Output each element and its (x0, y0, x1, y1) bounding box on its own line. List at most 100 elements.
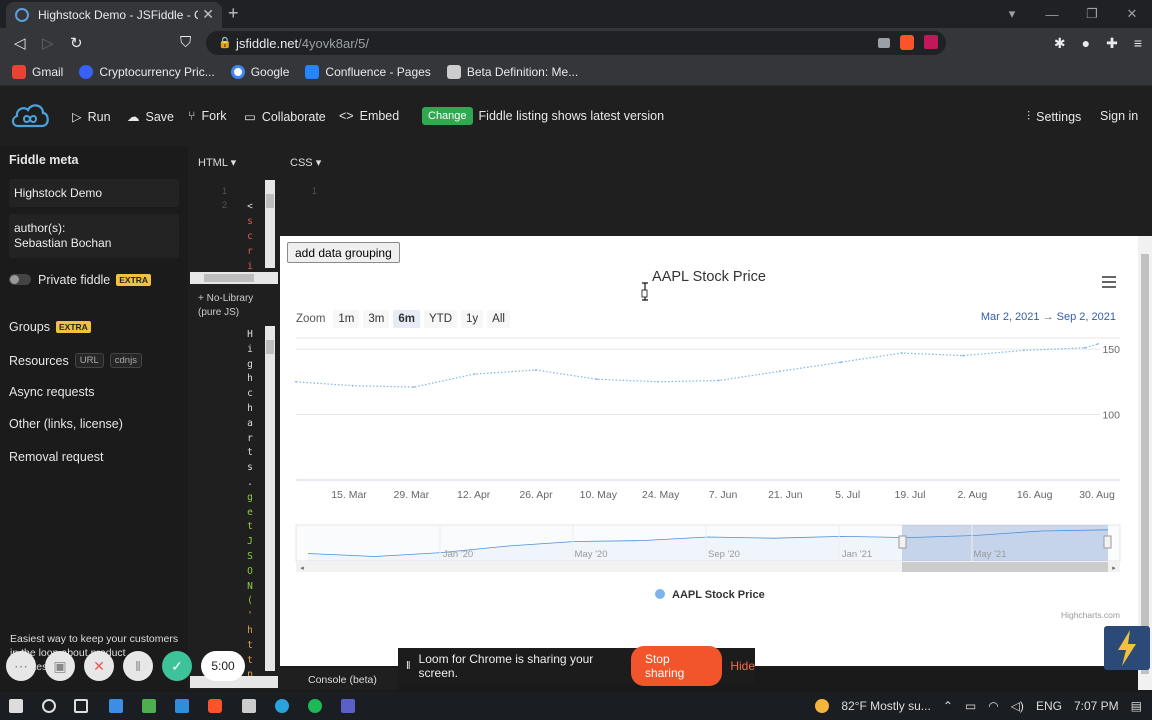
fiddle-name-input[interactable]: Highstock Demo (9, 179, 179, 207)
navigator-label: May '21 (974, 549, 1007, 560)
bookmark-confluence[interactable]: Confluence - Pages (305, 64, 431, 79)
network-icon[interactable]: ◠ (988, 699, 998, 713)
new-tab-icon[interactable]: + (228, 3, 239, 24)
browser-menu-icon[interactable]: ≡ (1134, 35, 1142, 52)
tray-chevron-icon[interactable]: ⌃ (943, 699, 953, 713)
jsfiddle-logo-icon[interactable] (10, 100, 50, 130)
bookmark-coinmarketcap[interactable]: Cryptocurrency Pric... (79, 64, 215, 79)
bookmark-investopedia[interactable]: Beta Definition: Me... (446, 64, 578, 79)
hamburger-menu-icon[interactable] (1102, 276, 1116, 291)
legend-item: AAPL Stock Price (672, 589, 765, 601)
notification-icon[interactable]: ▤ (1131, 699, 1142, 713)
y-tick-label: 150 (1102, 344, 1120, 356)
url-tag[interactable]: URL (74, 353, 104, 368)
sidebar-item-async[interactable]: Async requests (9, 385, 94, 399)
spreadsheet-app-icon[interactable] (142, 699, 156, 713)
stock-chart[interactable]: 100 150 15. Mar 29. Mar 12. Apr 26. Apr 10. Ma… (280, 236, 1138, 666)
spotify-icon[interactable] (308, 699, 322, 713)
weather-text[interactable]: 82°F Mostly su... (841, 699, 931, 713)
extension-icon[interactable]: ✱ (1054, 35, 1066, 52)
sign-in-link[interactable]: Sign in (1100, 109, 1138, 123)
date-to-input[interactable]: Sep 2, 2021 (1057, 311, 1116, 323)
zoom-button-1y[interactable]: 1y (461, 310, 484, 328)
profile-dropdown-icon[interactable]: ▾ (992, 6, 1032, 22)
app-icon[interactable] (275, 699, 289, 713)
console-toggle[interactable]: Console (beta) (280, 668, 398, 690)
lightning-app-icon[interactable] (1104, 626, 1150, 670)
cancel-recording-icon[interactable]: ✕ (84, 651, 114, 681)
more-options-icon[interactable]: ⋯ (6, 651, 36, 681)
camera-toggle-icon[interactable]: ▣ (45, 651, 75, 681)
zoom-button-ytd[interactable]: YTD (424, 310, 457, 328)
chart-title: AAPL Stock Price (652, 269, 766, 285)
sidebar-item-groups[interactable]: Groups EXTRA (9, 320, 91, 334)
code-char: g (247, 358, 253, 370)
windows-taskbar: 82°F Mostly su... ⌃ ▭ ◠ ◁) ENG 7:07 PM ▤ (0, 692, 1152, 720)
change-button[interactable]: Change (422, 107, 473, 125)
camera-icon[interactable] (878, 38, 890, 48)
sidebar-item-resources[interactable]: Resources URL cdnjs (9, 353, 142, 368)
tab-close-icon[interactable]: ✕ (202, 6, 214, 23)
date-range-inputs[interactable]: Mar 2, 2021 → Sep 2, 2021 (981, 311, 1116, 323)
mail-app-icon[interactable] (109, 699, 123, 713)
minimize-icon[interactable]: — (1032, 7, 1072, 22)
html-editor-pane[interactable]: HTML ▾ 1 2 < s c r i + No-Library (pure JS) … (188, 146, 280, 690)
html-scrollbar-top[interactable] (265, 180, 275, 268)
extension-icon-2[interactable]: ● (1082, 35, 1090, 52)
browser-tab[interactable]: Highstock Demo - JSFiddle - Code Playgro… (6, 2, 222, 28)
zoom-button-1m[interactable]: 1m (333, 310, 360, 328)
search-icon[interactable] (42, 699, 56, 713)
pause-recording-icon[interactable]: ‖ (123, 651, 153, 681)
stop-sharing-button[interactable]: Stop sharing (630, 646, 723, 686)
html-scrollbar-main[interactable] (265, 326, 275, 671)
brave-rewards-icon[interactable] (924, 35, 938, 49)
finish-recording-icon[interactable]: ✓ (162, 651, 192, 681)
sidebar-item-other[interactable]: Other (links, license) (9, 417, 123, 431)
address-bar[interactable]: 🔒 jsfiddle.net/4yovk8ar/5/ (206, 31, 946, 55)
maximize-icon[interactable]: ❐ (1072, 6, 1112, 22)
zoom-button-6m[interactable]: 6m (393, 310, 420, 328)
dropdown-icon: ▾ (230, 157, 237, 169)
fork-icon: ⑂ (188, 109, 196, 123)
run-button[interactable]: ▷ Run (72, 109, 111, 125)
windows-start-icon[interactable] (9, 699, 23, 713)
html-pane-header[interactable]: HTML ▾ (198, 156, 236, 169)
meet-icon[interactable]: ▭ (965, 699, 976, 713)
puzzle-icon[interactable]: ✚ (1106, 35, 1118, 52)
add-data-grouping-button[interactable]: add data grouping (287, 242, 400, 263)
back-icon[interactable]: ◁ (14, 34, 26, 52)
save-button[interactable]: ☁ Save (127, 109, 174, 125)
author-field[interactable]: author(s): Sebastian Bochan (9, 214, 179, 258)
reload-icon[interactable]: ↻ (70, 34, 83, 52)
cdnjs-tag[interactable]: cdnjs (109, 353, 142, 368)
document-app-icon[interactable] (242, 699, 256, 713)
hide-banner-button[interactable]: Hide (730, 659, 755, 673)
volume-icon[interactable]: ◁) (1011, 699, 1024, 713)
clock[interactable]: 7:07 PM (1074, 699, 1119, 713)
settings-button[interactable]: ⫶ Settings (1027, 109, 1081, 124)
vscode-icon[interactable] (175, 699, 189, 713)
zoom-button-3m[interactable]: 3m (363, 310, 390, 328)
fork-button[interactable]: ⑂ Fork (188, 109, 227, 123)
forward-icon[interactable]: ▷ (42, 34, 54, 52)
zoom-button-all[interactable]: All (487, 310, 510, 328)
brave-browser-icon[interactable] (208, 699, 222, 713)
result-scrollbar[interactable] (1138, 236, 1152, 690)
bookmark-icon[interactable]: ⛉ (180, 34, 191, 51)
window-close-icon[interactable]: ✕ (1112, 6, 1152, 22)
sidebar-item-removal[interactable]: Removal request (9, 450, 104, 464)
task-view-icon[interactable] (74, 699, 88, 713)
teams-icon[interactable] (341, 699, 355, 713)
code-char: c (247, 388, 253, 400)
bookmark-google[interactable]: Google (230, 64, 289, 79)
private-fiddle-toggle[interactable] (9, 274, 31, 285)
css-editor-pane[interactable]: CSS ▾ 1 (280, 146, 1152, 236)
date-from-input[interactable]: Mar 2, 2021 (981, 311, 1040, 323)
collaborate-button[interactable]: ▭ Collaborate (244, 109, 326, 125)
language-indicator[interactable]: ENG (1036, 699, 1062, 713)
embed-button[interactable]: <> Embed (339, 109, 399, 123)
brave-shields-icon[interactable] (900, 35, 914, 50)
bookmark-gmail[interactable]: Gmail (12, 64, 63, 79)
css-pane-header[interactable]: CSS ▾ (290, 156, 321, 169)
horizontal-scrollbar[interactable] (190, 272, 278, 284)
